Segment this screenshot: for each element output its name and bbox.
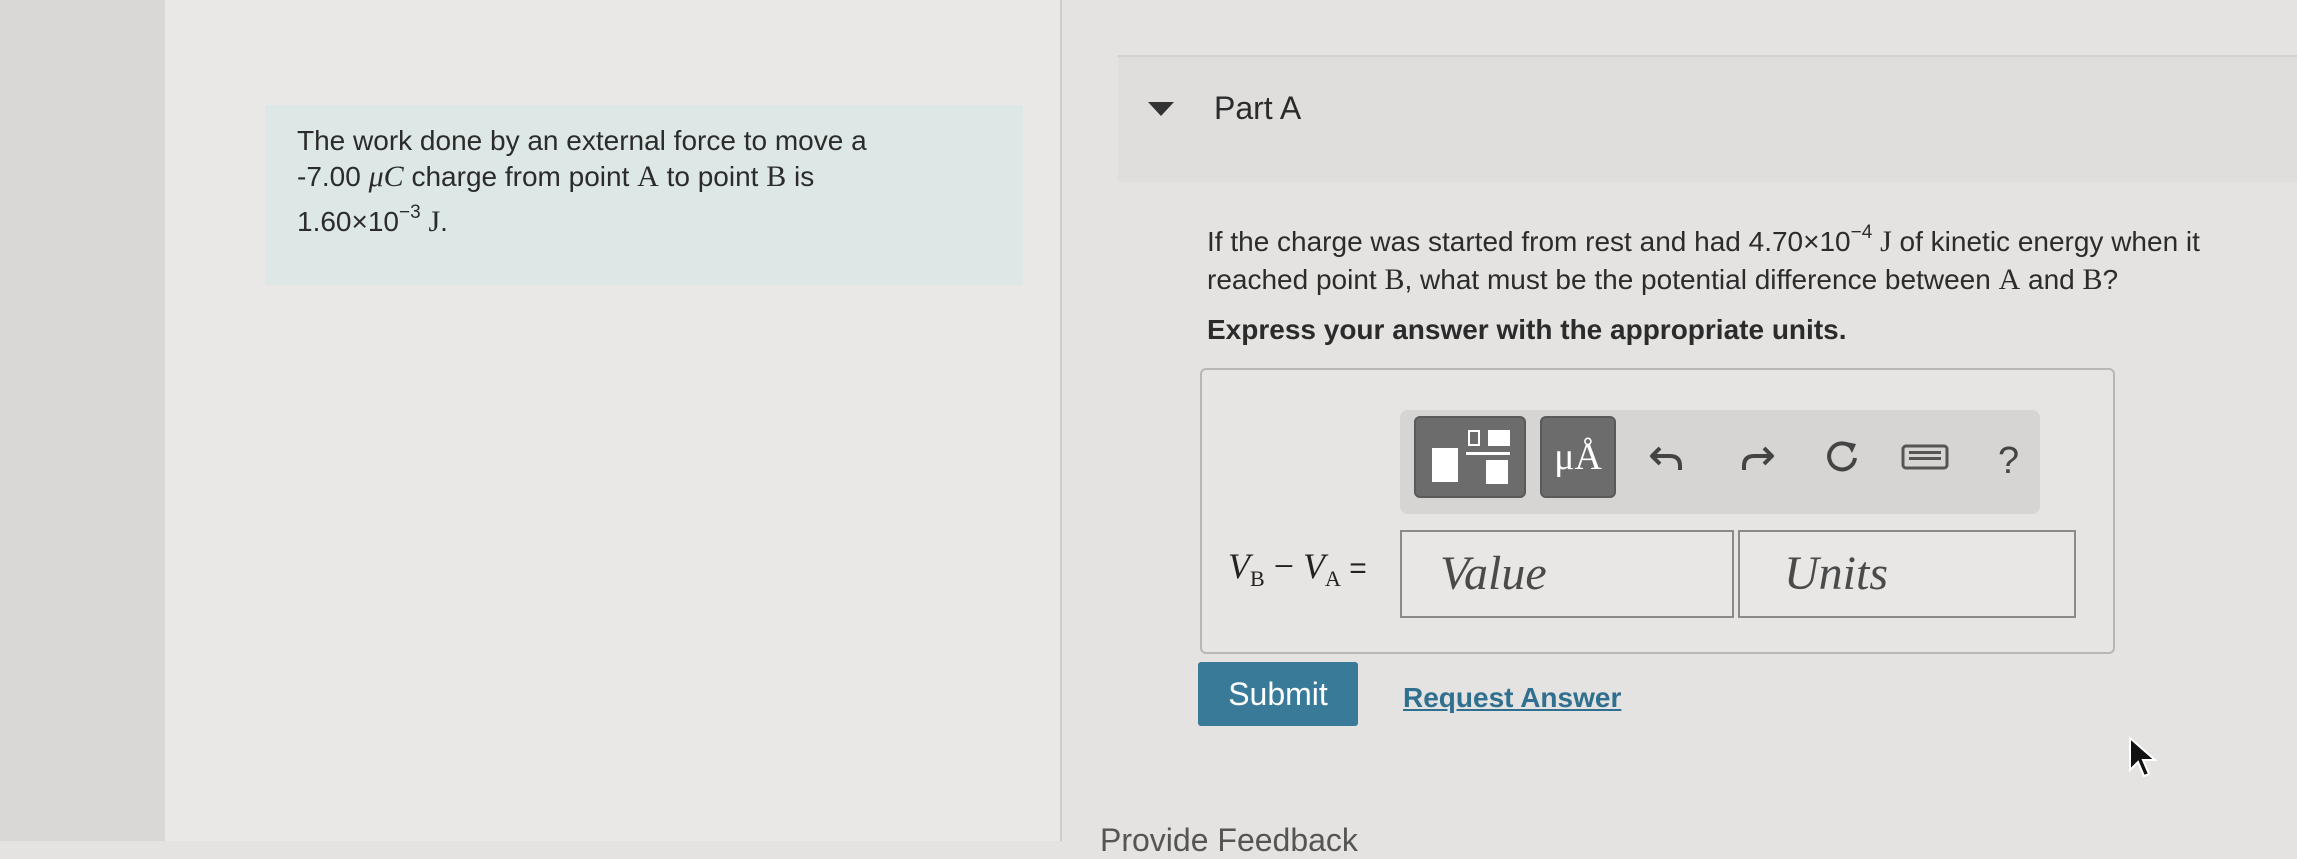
question-mark: ? [2102, 264, 2119, 295]
panel-divider [1060, 0, 1062, 841]
problem-text-is: is [794, 161, 815, 192]
templates-button[interactable] [1414, 416, 1526, 498]
mouse-cursor-icon [2129, 736, 2158, 778]
value-input[interactable]: Value [1400, 530, 1734, 618]
problem-statement: The work done by an external force to mo… [265, 105, 1023, 285]
undo-icon[interactable] [1646, 434, 1690, 478]
part-title: Part A [1214, 90, 1302, 126]
question-and: and [2028, 264, 2075, 295]
instruction-text: Express your answer with the appropriate… [1207, 314, 1847, 345]
work-period: . [440, 206, 448, 237]
question-point-a: A [1998, 263, 2021, 296]
subscript-a: A [1325, 566, 1341, 592]
charge-value: -7.00 [297, 161, 361, 192]
subscript-b: B [1250, 566, 1265, 592]
work-value: 1.60×10 [297, 206, 399, 237]
equals-sign: = [1340, 552, 1367, 585]
var-v-a: V [1303, 546, 1325, 586]
problem-text-to: to point [666, 161, 759, 192]
ke-value: 4.70×10 [1748, 226, 1851, 257]
help-button[interactable]: ? [1998, 440, 2019, 483]
ke-exponent: −4 [1850, 222, 1873, 243]
question-text: If the charge was started from rest and … [1207, 214, 2267, 299]
work-exponent: −3 [399, 202, 421, 223]
keyboard-icon[interactable] [1900, 434, 1950, 478]
var-v-b: V [1228, 546, 1250, 586]
point-b-label: B [766, 160, 787, 193]
minus-sign: − [1264, 546, 1303, 586]
collapse-triangle-icon[interactable] [1148, 102, 1174, 116]
question-point-b2: B [2082, 263, 2103, 296]
units-input[interactable]: Units [1738, 530, 2076, 618]
math-toolbar: μÅ ? [1400, 410, 2040, 514]
units-button[interactable]: μÅ [1540, 416, 1616, 498]
question-start: If the charge was started from rest and … [1207, 226, 1741, 257]
request-answer-link[interactable]: Request Answer [1403, 682, 1621, 714]
page-margin [0, 0, 165, 841]
problem-text: charge from point [411, 161, 630, 192]
reset-icon[interactable] [1820, 434, 1864, 478]
point-a-label: A [637, 160, 659, 193]
work-unit: J [428, 205, 441, 238]
submit-button[interactable]: Submit [1198, 662, 1358, 726]
redo-icon[interactable] [1734, 434, 1778, 478]
ke-unit: J [1880, 225, 1892, 258]
charge-unit: μC [368, 160, 404, 193]
problem-line1: The work done by an external force to mo… [297, 125, 867, 156]
question-point-b: B [1384, 263, 1405, 296]
equation-label: VB − VA = [1228, 545, 1367, 592]
part-a-header[interactable]: Part A [1118, 55, 2297, 182]
question-end: , what must be the potential difference … [1404, 264, 1991, 295]
